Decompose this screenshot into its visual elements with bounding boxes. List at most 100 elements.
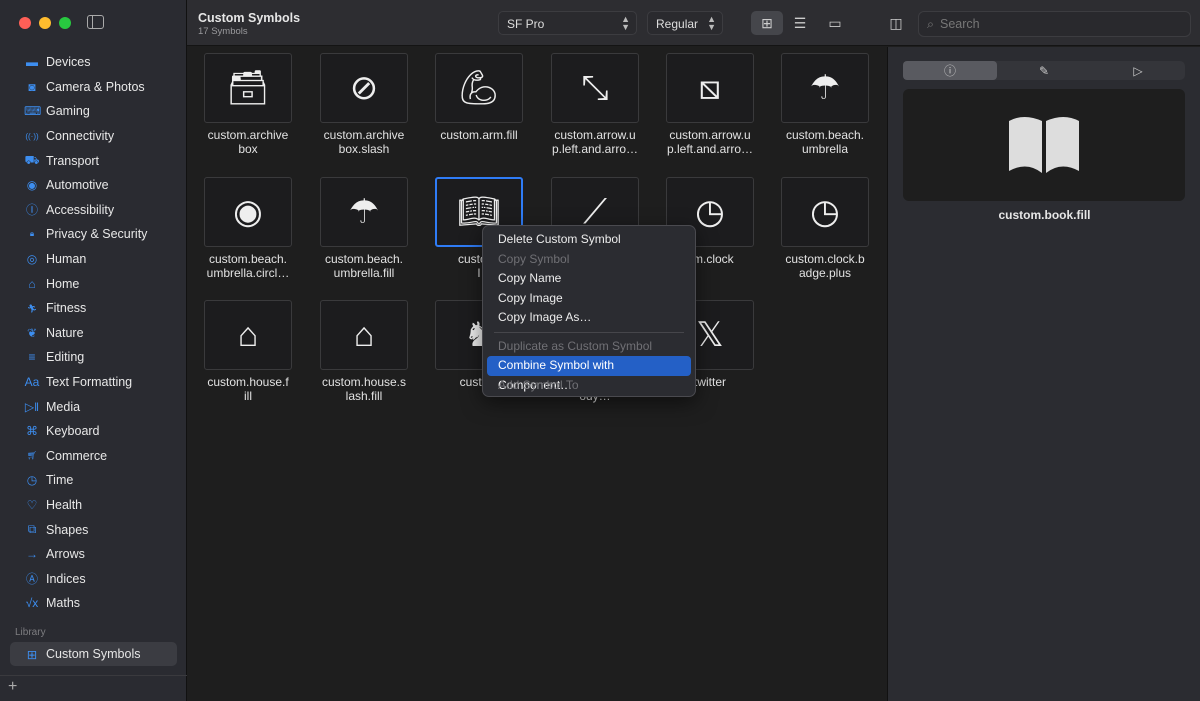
symbol-cell[interactable]: ☂ custom.beach. umbrella (773, 53, 877, 156)
sidebar-item-label: Human (46, 252, 87, 267)
archivebox-icon: 🗃︎ (226, 69, 270, 107)
sidebar-item-automotive[interactable]: ◉ Automotive (10, 173, 177, 198)
symbol-tile[interactable]: ☂ (320, 177, 408, 247)
symbol-label: custom.house.s lash.fill (321, 375, 407, 403)
symbol-cell[interactable]: 💪︎ custom.arm.fill (427, 53, 531, 142)
symbol-cell[interactable]: 🗃︎ custom.archive box (196, 53, 300, 156)
window-title: Custom Symbols (198, 11, 301, 25)
sidebar-item-label: Automotive (46, 178, 109, 193)
inspector-toggle-button[interactable]: ◫ (880, 11, 912, 35)
close-button[interactable] (19, 17, 31, 29)
sidebar-item-label: Gaming (46, 104, 90, 119)
sidebar-item-label: Fitness (46, 301, 87, 316)
sidebar-item-indices[interactable]: Ⓐ Indices (10, 566, 177, 591)
symbol-tile[interactable]: ⤡ (551, 53, 639, 123)
symbol-cell[interactable]: ⌂ custom.house.f ill (196, 300, 300, 403)
sidebar-item-shapes[interactable]: ⧉ Shapes (10, 517, 177, 542)
symbol-name: custom.book.fill (998, 208, 1091, 222)
sidebar-item-fitness[interactable]: 🏃︎ Fitness (10, 296, 177, 321)
symbol-label: custom.house.f ill (207, 375, 289, 403)
symbol-tile[interactable]: ⧅ (666, 53, 754, 123)
menu-item-copy-image-as[interactable]: Copy Image As… (487, 308, 691, 328)
grid-view-button[interactable]: ⊞ (751, 11, 783, 35)
sidebar-item-nature[interactable]: ❦ Nature (10, 321, 177, 346)
sidebar-item-commerce[interactable]: 🛒︎ Commerce (10, 444, 177, 469)
symbol-cell[interactable]: ☂ custom.beach. umbrella.fill (312, 177, 416, 280)
symbol-cell[interactable]: ⤡ custom.arrow.u p.left.and.arro… (543, 53, 647, 156)
appearance-tab[interactable]: ✎ (997, 61, 1091, 80)
sidebar-item-accessibility[interactable]: Ⓘ Accessibility (10, 198, 177, 223)
zoom-button[interactable] (59, 17, 71, 29)
timer-icon: ◷ (26, 473, 38, 488)
symbol-tile[interactable]: ⊘ (320, 53, 408, 123)
symbol-tile[interactable]: ⌂ (320, 300, 408, 370)
symbol-cell[interactable]: ⊘ custom.archive box.slash (312, 53, 416, 156)
arm-icon: 💪︎ (457, 69, 501, 107)
sidebar-item-gaming[interactable]: ⌨ Gaming (10, 99, 177, 124)
gallery-view-button[interactable]: ▭ (819, 11, 851, 35)
minimize-button[interactable] (39, 17, 51, 29)
sidebar-item-label: Keyboard (46, 424, 100, 439)
sidebar-item-home[interactable]: ⌂ Home (10, 271, 177, 296)
shapes-icon: ⧉ (27, 522, 37, 537)
sidebar-item-label: Accessibility (46, 202, 115, 217)
sidebar-item-label: Media (46, 399, 81, 414)
search-field[interactable]: ⌕ Search (918, 11, 1191, 37)
symbol-cell[interactable]: ⌂ custom.house.s lash.fill (312, 300, 416, 403)
animation-tab[interactable]: ▷ (1091, 61, 1185, 80)
symbol-label: custom.archive box.slash (323, 128, 405, 156)
sidebar-footer: + (0, 675, 187, 701)
symbol-label: custom.arm.fill (440, 128, 518, 142)
sidebar-item-label: Commerce (46, 448, 108, 463)
library-heading: Library (15, 627, 46, 638)
weight-popup[interactable]: Regular ▲ ▼ (647, 11, 723, 35)
symbol-tile[interactable]: ⌂ (204, 300, 292, 370)
archivebox-slash-icon: ⊘ (349, 69, 379, 107)
menu-item-copy-symbol: Copy Symbol (498, 251, 570, 266)
figure-run-icon: 🏃︎ (26, 303, 38, 313)
command-icon: ⌘ (26, 424, 38, 439)
leaf-icon: ❦ (26, 325, 38, 340)
sidebar-item-devices[interactable]: ▬ Devices (10, 50, 177, 75)
menu-item-copy-image[interactable]: Copy Image (487, 289, 691, 309)
sidebar-item-editing[interactable]: ≡ Editing (10, 345, 177, 370)
sidebar-item-arrows[interactable]: → Arrows (10, 542, 177, 567)
x-logo-icon: 𝕏 (696, 316, 724, 354)
symbol-tile[interactable]: ◷ (781, 177, 869, 247)
sidebar-item-human[interactable]: ◎ Human (10, 247, 177, 272)
symbol-tile[interactable]: ◉ (204, 177, 292, 247)
symbol-cell[interactable]: ⧅ custom.arrow.u p.left.and.arro… (658, 53, 762, 156)
sidebar-item-media[interactable]: ▷‖ Media (10, 394, 177, 419)
grid-icon: ⊞ (761, 14, 773, 31)
clock-badge-plus-icon: ◷ (810, 193, 840, 231)
symbol-tile[interactable]: 💪︎ (435, 53, 523, 123)
sidebar-item-health[interactable]: ♡ Health (10, 493, 177, 518)
sidebar-item-privacy-security[interactable]: 🔒︎ Privacy & Security (10, 222, 177, 247)
symbol-cell[interactable]: ◉ custom.beach. umbrella.circl… (196, 177, 300, 280)
symbol-cell[interactable]: ◷ custom.clock.b adge.plus (773, 177, 877, 280)
menu-item-combine-symbol-with-component[interactable]: Combine Symbol with Component… (487, 356, 691, 392)
symbol-tile[interactable]: ☂ (781, 53, 869, 123)
list-view-button[interactable]: ☰ (784, 11, 816, 35)
sidebar-toggle-icon[interactable] (87, 15, 104, 29)
sidebar-item-connectivity[interactable]: ((·)) Connectivity (10, 124, 177, 149)
camera-icon: ◙ (28, 79, 36, 94)
sidebar-item-time[interactable]: ◷ Time (10, 468, 177, 493)
menu-item-delete-custom-symbol[interactable]: Delete Custom Symbol (487, 230, 691, 250)
sidebar-item-custom-symbols[interactable]: ⊞ Custom Symbols (10, 642, 177, 666)
font-popup[interactable]: SF Pro ▲ ▼ (498, 11, 637, 35)
a-circle-icon: Ⓐ (25, 572, 38, 587)
house-icon: ⌂ (28, 276, 36, 291)
antenna-icon: ((·)) (25, 131, 39, 141)
symbol-tile[interactable]: 🗃︎ (204, 53, 292, 123)
info-tab[interactable]: ⓘ (903, 61, 997, 80)
sidebar-item-text-formatting[interactable]: Aa Text Formatting (10, 370, 177, 395)
sidebar-item-transport[interactable]: ⛟ Transport (10, 148, 177, 173)
sidebar-item-maths[interactable]: √x Maths (10, 591, 177, 616)
sidebar-item-label: Text Formatting (46, 375, 133, 390)
menu-item-copy-name[interactable]: Copy Name (487, 269, 691, 289)
chevron-updown-icon: ▲ ▼ (621, 14, 630, 32)
sidebar-item-keyboard[interactable]: ⌘ Keyboard (10, 419, 177, 444)
add-icon[interactable]: + (8, 678, 17, 696)
sidebar-item-camera-photos[interactable]: ◙ Camera & Photos (10, 75, 177, 100)
